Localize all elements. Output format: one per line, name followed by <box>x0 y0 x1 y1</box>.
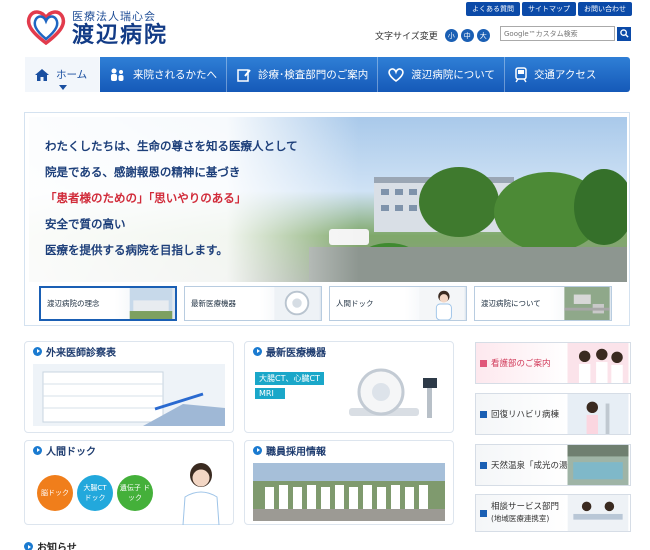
hero-message: わたくしたちは、生命の尊さを知る医療人として 院是である、感謝報恩の精神に基づき… <box>45 133 298 263</box>
arrow-icon <box>480 359 487 367</box>
font-size-small-button[interactable]: 小 <box>444 29 458 42</box>
nav-about[interactable]: 渡辺病院について <box>378 57 505 92</box>
bullet-arrow-icon <box>33 346 42 356</box>
rehab-image <box>567 394 629 434</box>
thumb-about[interactable]: 渡辺病院について <box>474 286 612 321</box>
outpatient-card-title: 外来医師診察表 <box>46 347 116 359</box>
hot-spring-button[interactable]: 天然温泉「成光の湯」 <box>475 444 631 486</box>
hero-line-5: 医療を提供する病院を目指します。 <box>45 243 228 257</box>
latest-equipment-card[interactable]: 最新医療機器 大腸CT、心臓CT MRI <box>244 341 454 433</box>
search-button[interactable] <box>617 26 631 41</box>
nav-visitors-label: 来院されるかたへ <box>133 69 217 81</box>
site-search <box>500 26 631 41</box>
equipment-card-title: 最新医療機器 <box>266 347 326 359</box>
logo-title: 渡辺病院 <box>72 22 169 48</box>
consultation-image <box>567 495 629 531</box>
brain-dock-badge: 脳ドック <box>37 475 73 511</box>
arrow-icon <box>480 410 487 418</box>
consultation-sublabel: (地域医療連携室) <box>491 514 550 523</box>
equipment-tag-mri: MRI <box>255 388 285 399</box>
hero-line-3: 「患者様のための」「思いやりのある」 <box>45 191 247 205</box>
nav-about-label: 渡辺病院について <box>411 69 495 81</box>
arrow-icon <box>480 509 487 517</box>
nurse-image <box>182 463 220 525</box>
contact-link[interactable]: お問い合わせ <box>578 2 632 16</box>
bullet-arrow-icon <box>24 542 33 550</box>
news-heading: お知らせ <box>24 539 77 550</box>
search-icon <box>619 29 629 38</box>
font-size-large-button[interactable]: 大 <box>476 29 490 42</box>
global-nav: ホーム 来院されるかたへ 診療･検査部門のご案内 渡辺病院について 交通アクセス <box>25 57 630 92</box>
faq-link[interactable]: よくある質問 <box>466 2 520 16</box>
nav-departments-label: 診療･検査部門のご案内 <box>258 69 369 81</box>
home-icon <box>34 68 50 82</box>
gene-dock-badge: 遺伝子 ドック <box>117 475 153 511</box>
rehab-ward-button[interactable]: 回復リハビリ病棟 <box>475 393 631 435</box>
news-heading-label: お知らせ <box>37 543 77 550</box>
aerial-thumb-image <box>564 287 610 320</box>
font-size-medium-button[interactable]: 中 <box>460 29 474 42</box>
recruit-card-title: 職員採用情報 <box>266 446 326 458</box>
nav-home[interactable]: ホーム <box>25 57 100 92</box>
thumb-philosophy-label: 渡辺病院の理念 <box>47 299 100 308</box>
thumb-equipment[interactable]: 最新医療機器 <box>184 286 322 321</box>
nurse-thumb-image <box>419 287 465 320</box>
consultation-button[interactable]: 相談サービス部門 (地域医療連携室) <box>475 494 631 532</box>
nursing-dept-label: 看護部のご案内 <box>491 359 551 369</box>
heart-logo-icon <box>26 10 66 45</box>
bullet-arrow-icon <box>253 346 262 356</box>
thumb-dock-label: 人間ドック <box>336 299 374 308</box>
dock-card-title: 人間ドック <box>46 446 96 458</box>
colon-ct-dock-badge: 大腸CT ドック <box>77 475 113 511</box>
equipment-tag-ct: 大腸CT、心臓CT <box>255 372 324 385</box>
recruitment-card[interactable]: 職員採用情報 <box>244 440 454 525</box>
thumb-equipment-label: 最新医療機器 <box>191 299 236 308</box>
hot-spring-image <box>567 445 629 485</box>
bullet-arrow-icon <box>253 445 262 455</box>
bullet-arrow-icon <box>33 445 42 455</box>
ct-scanner-thumb-image <box>274 287 320 320</box>
nav-access[interactable]: 交通アクセス <box>505 57 605 92</box>
outpatient-schedule-card[interactable]: 外来医師診察表 <box>24 341 234 433</box>
nurses-image <box>567 343 629 383</box>
nav-access-label: 交通アクセス <box>533 69 597 81</box>
nav-visitors[interactable]: 来院されるかたへ <box>100 57 227 92</box>
ct-scanner-image <box>349 368 437 418</box>
font-size-switcher: 文字サイズ変更 小 中 大 <box>375 29 490 42</box>
train-icon <box>514 66 528 83</box>
nav-home-label: ホーム <box>56 69 88 81</box>
arrow-icon <box>480 461 487 469</box>
top-utility-links: よくある質問 サイトマップ お問い合わせ <box>466 2 632 16</box>
clipboard-icon <box>236 68 252 82</box>
hero-thumbnails: 渡辺病院の理念 最新医療機器 人間ドック 渡辺病院について <box>39 286 612 321</box>
staff-group-photo <box>253 463 445 521</box>
search-input[interactable] <box>500 26 615 41</box>
health-checkup-card[interactable]: 人間ドック 脳ドック 大腸CT ドック 遺伝子 ドック <box>24 440 234 525</box>
thumb-dock[interactable]: 人間ドック <box>329 286 467 321</box>
people-icon <box>109 68 127 82</box>
heart-icon <box>387 67 405 82</box>
hero-line-4: 安全で質の高い <box>45 217 126 231</box>
site-logo[interactable]: 医療法人瑞心会 渡辺病院 <box>26 8 168 46</box>
nursing-dept-button[interactable]: 看護部のご案内 <box>475 342 631 384</box>
rehab-ward-label: 回復リハビリ病棟 <box>491 410 560 420</box>
nav-departments[interactable]: 診療･検査部門のご案内 <box>227 57 379 92</box>
hot-spring-label: 天然温泉「成光の湯」 <box>491 461 577 471</box>
schedule-photo <box>33 364 225 426</box>
font-size-label: 文字サイズ変更 <box>375 32 438 42</box>
hero-image: わたくしたちは、生命の尊さを知る医療人として 院是である、感謝報恩の精神に基づき… <box>29 117 627 282</box>
hero-banner: わたくしたちは、生命の尊さを知る医療人として 院是である、感謝報恩の精神に基づき… <box>24 112 630 326</box>
thumb-philosophy[interactable]: 渡辺病院の理念 <box>39 286 177 321</box>
consultation-label: 相談サービス部門 <box>491 502 560 512</box>
hospital-thumb-image <box>129 288 173 319</box>
hero-line-1: わたくしたちは、生命の尊さを知る医療人として <box>45 139 298 153</box>
hero-line-2: 院是である、感謝報恩の精神に基づき <box>45 165 241 179</box>
sitemap-link[interactable]: サイトマップ <box>522 2 576 16</box>
thumb-about-label: 渡辺病院について <box>481 299 541 308</box>
